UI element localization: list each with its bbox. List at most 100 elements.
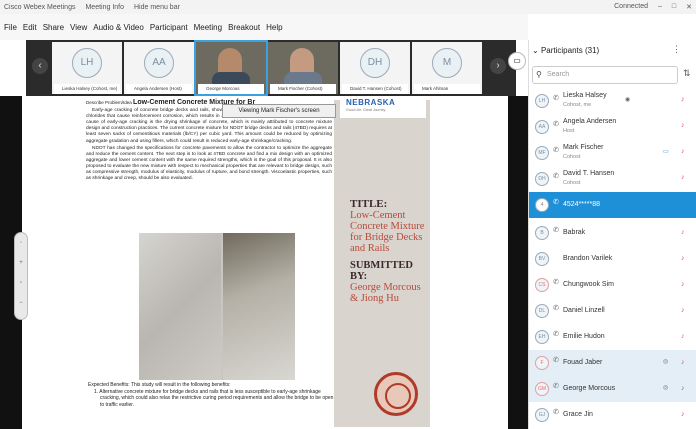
participant-role: Cohost [563, 154, 581, 160]
phone-icon: ✆ [553, 357, 559, 364]
participant-row[interactable]: B ✆ Babrak [529, 220, 696, 246]
participant-row[interactable]: MF ✆ Mark Fischer Cohost ▭ [529, 140, 696, 166]
concrete-crack-photo [139, 233, 295, 380]
menu-bar: File Edit Share View Audio & Video Parti… [0, 14, 528, 40]
benefit-item: 1. Alternative concrete mixture for brid… [94, 388, 334, 408]
participant-row[interactable]: LH ✆ Lieska Halsey Cohost, me ◉ [529, 88, 696, 114]
video-tile[interactable]: LH Lieska Halsey (Cohost, me) [52, 42, 122, 94]
nebraska-logo: NEBRASKA [346, 98, 396, 107]
participant-row[interactable]: BV Brandon Varilek [529, 246, 696, 272]
search-input[interactable]: ⚲ Search [532, 66, 678, 84]
avatar: AA [144, 48, 174, 78]
menu-breakout[interactable]: Breakout [228, 23, 260, 32]
participant-row[interactable]: GJ ✆ Grace Jin [529, 402, 696, 428]
participants-title[interactable]: ⌄ Participants (31) [532, 46, 599, 55]
participant-row[interactable]: DH ✆ David T. Hansen Cohost [529, 166, 696, 192]
avatar: GJ [535, 408, 549, 422]
participant-row[interactable]: EH ✆ Emilie Hudon [529, 324, 696, 350]
mic-muted-icon[interactable]: ♪ [681, 307, 685, 314]
mic-muted-icon[interactable]: ♪ [681, 411, 685, 418]
participant-name: Angela Andersen [563, 118, 617, 125]
participant-row[interactable]: DL ✆ Daniel Linzell [529, 298, 696, 324]
mic-muted-icon[interactable]: ♪ [681, 359, 685, 366]
video-tile[interactable]: AA Angela Andersen (Host) [124, 42, 194, 94]
mic-muted-icon[interactable]: ♪ [681, 122, 685, 129]
video-tile[interactable]: George Morcous [194, 40, 268, 96]
strip-prev-icon[interactable]: ‹ [32, 58, 48, 74]
mic-muted-icon[interactable]: ♪ [681, 148, 685, 155]
avatar: CS [535, 278, 549, 292]
nebraska-tagline: Good Life. Great Journey. [346, 108, 387, 112]
hide-menu-button[interactable]: Hide menu bar [134, 4, 180, 11]
sharing-icon[interactable]: ▭ [663, 148, 669, 155]
meeting-info-button[interactable]: Meeting Info [85, 4, 124, 11]
video-status-icon[interactable]: ◎ [663, 358, 668, 365]
participant-role: Cohost [563, 180, 581, 186]
more-options-icon[interactable]: ⋮ [672, 44, 681, 55]
participant-row[interactable]: AA ✆ Angela Andersen Host [529, 114, 696, 140]
video-status-icon[interactable]: ◉ [625, 96, 630, 103]
video-tile[interactable]: M Mark Ahlman [412, 42, 482, 94]
title-text: Low-Cement Concrete Mixture for Bridge D… [350, 210, 425, 254]
phone-icon: ✆ [553, 95, 559, 102]
seal-icon [374, 372, 418, 416]
menu-meeting[interactable]: Meeting [194, 23, 222, 32]
tile-name: George Morcous [198, 84, 264, 94]
mic-muted-icon[interactable]: ♪ [681, 281, 685, 288]
doc-paragraph: NDOT has changed the specifications for … [86, 145, 332, 182]
participant-row[interactable]: F ✆ Fouad Jaber ◎ [529, 350, 696, 376]
connection-status[interactable]: Connected [614, 3, 648, 11]
video-tile[interactable]: Mark Fischer (Cohost) [268, 42, 338, 94]
mic-muted-icon[interactable]: ♪ [681, 229, 685, 236]
mic-muted-icon[interactable]: ♪ [681, 333, 685, 340]
menu-share[interactable]: Share [43, 23, 64, 32]
menu-view[interactable]: View [70, 23, 87, 32]
video-status-icon[interactable]: ◎ [663, 384, 668, 391]
mic-muted-icon[interactable]: ♪ [681, 255, 685, 262]
participant-video-body [284, 72, 322, 84]
avatar: AA [535, 120, 549, 134]
avatar: BV [535, 252, 549, 266]
avatar: B [535, 226, 549, 240]
menu-audio-video[interactable]: Audio & Video [93, 23, 144, 32]
menu-help[interactable]: Help [266, 23, 282, 32]
phone-icon: ✆ [553, 305, 559, 312]
participant-name: Babrak [563, 229, 586, 236]
maximize-icon[interactable]: □ [672, 3, 676, 11]
zoom-out-icon[interactable]: − [15, 293, 27, 313]
phone-icon: ✆ [553, 383, 559, 390]
minimize-icon[interactable]: – [658, 3, 662, 11]
mic-active-icon[interactable]: ♪ [681, 385, 685, 392]
participant-name: 4524*****88 [563, 201, 600, 208]
participant-name: Mark Fischer [563, 144, 604, 151]
phone-icon: ✆ [553, 227, 559, 234]
title-bar: Cisco Webex Meetings Meeting Info Hide m… [0, 0, 696, 14]
participant-row[interactable]: 4 ✆ 4524*****88 [529, 192, 696, 218]
strip-next-icon[interactable]: › [490, 58, 506, 74]
phone-icon: ✆ [553, 147, 559, 154]
phone-icon: ✆ [553, 199, 559, 206]
tile-name: David T. Hansen (Cohost) [342, 84, 408, 94]
menu-file[interactable]: File [4, 23, 17, 32]
participant-row[interactable]: CS ✆ Chungwook Sim [529, 272, 696, 298]
zoom-in-icon[interactable]: + [15, 253, 27, 273]
zoom-fit-icon[interactable]: ▫ [15, 273, 27, 293]
app-title: Cisco Webex Meetings [4, 3, 76, 11]
menu-edit[interactable]: Edit [23, 23, 37, 32]
viewing-banner[interactable]: Viewing Mark Fischer's screen [222, 104, 336, 118]
sort-icon[interactable]: ⇅ [683, 68, 691, 79]
menu-participant[interactable]: Participant [150, 23, 188, 32]
search-placeholder: Search [547, 71, 570, 78]
participant-name: Emilie Hudon [563, 333, 605, 340]
title-label: TITLE: [350, 198, 388, 210]
participant-row[interactable]: GM ✆ George Morcous ◎ [529, 376, 696, 402]
video-tile[interactable]: DH David T. Hansen (Cohost) [340, 42, 410, 94]
participant-name: Brandon Varilek [563, 255, 613, 262]
participant-name: Daniel Linzell [563, 307, 605, 314]
pointer-icon[interactable]: ◦ [15, 233, 27, 253]
participant-name: George Morcous [563, 385, 616, 392]
mic-muted-icon[interactable]: ♪ [681, 174, 685, 181]
close-icon[interactable]: ✕ [686, 3, 692, 11]
layout-menu-icon[interactable]: ▭ [508, 52, 526, 70]
mic-muted-icon[interactable]: ♪ [681, 96, 685, 103]
